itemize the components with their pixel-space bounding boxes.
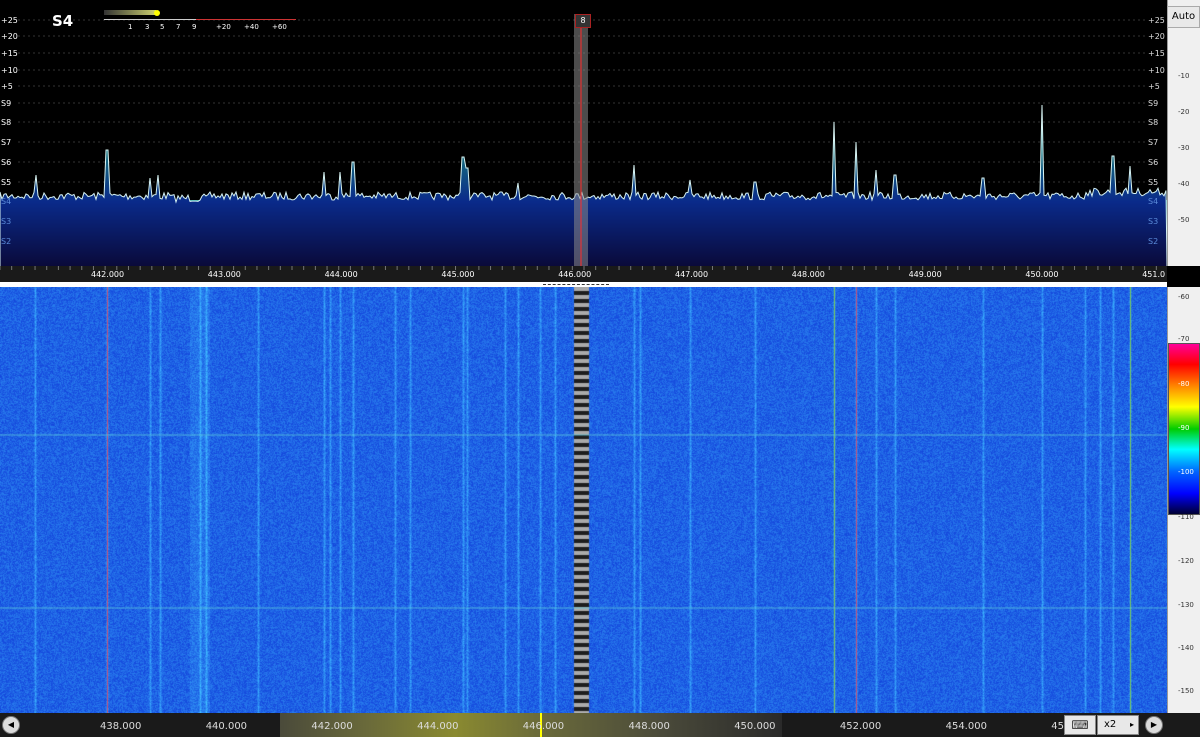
smeter-label-left: S4	[1, 197, 12, 206]
db-scale-label: -10	[1178, 72, 1190, 80]
bottom-freq-label: 444.000	[417, 721, 459, 732]
scroll-right-button[interactable]: ▶	[1145, 716, 1163, 734]
meter-scale-label: 1	[128, 23, 133, 31]
smeter-label-left: S3	[1, 217, 12, 226]
smeter-label-right: S2	[1148, 237, 1159, 246]
smeter-label-right: +20	[1148, 32, 1165, 41]
waterfall-db-label: -150	[1178, 687, 1194, 695]
waterfall-db-label: -140	[1178, 644, 1194, 652]
waterfall-db-label: -80	[1178, 380, 1190, 388]
smeter-label-right: S9	[1148, 99, 1159, 108]
smeter-label-right: S4	[1148, 197, 1159, 206]
zoom-value: x2	[1104, 719, 1117, 730]
spectrum-freq-label: 444.000	[324, 270, 358, 279]
bottom-freq-label: 442.000	[311, 721, 353, 732]
bottom-freq-label: 450.000	[734, 721, 776, 732]
smeter-label-right: S3	[1148, 217, 1159, 226]
s-meter-bar	[104, 10, 156, 15]
smeter-label-right: +10	[1148, 66, 1165, 75]
db-scale-label: -50	[1178, 216, 1190, 224]
spectrum-freq-label: 448.000	[791, 270, 825, 279]
waterfall-canvas[interactable]	[0, 287, 1167, 713]
spectrum-freq-label: 450.000	[1025, 270, 1059, 279]
smeter-label-left: +10	[1, 66, 18, 75]
spectrum-freq-label: 447.000	[675, 270, 709, 279]
keyboard-icon[interactable]: ⌨	[1064, 715, 1096, 735]
meter-scale-label: +20	[216, 23, 231, 31]
waterfall-db-label: -60	[1178, 293, 1190, 301]
db-scale-label: -20	[1178, 108, 1190, 116]
spectrum-freq-label: 449.000	[908, 270, 942, 279]
meter-scale-label: 5	[160, 23, 165, 31]
auto-button[interactable]: Auto	[1167, 6, 1200, 28]
smeter-label-left: +15	[1, 49, 18, 58]
signal-readout: S4	[52, 12, 74, 30]
s-meter-over-line	[196, 19, 296, 20]
meter-scale-label: 9	[192, 23, 197, 31]
meter-scale-label: +60	[272, 23, 287, 31]
db-scale-label: -30	[1178, 144, 1190, 152]
bottom-freq-label: 454.000	[945, 721, 987, 732]
smeter-label-right: S5	[1148, 178, 1159, 187]
waterfall-db-label: -70	[1178, 335, 1190, 343]
smeter-label-left: +5	[1, 82, 13, 91]
smeter-label-left: S9	[1, 99, 12, 108]
bottom-freq-label: 438.000	[100, 721, 142, 732]
zoom-select[interactable]: x2 ▸	[1097, 715, 1139, 735]
smeter-label-right: S6	[1148, 158, 1159, 167]
bottom-freq-label: 448.000	[628, 721, 670, 732]
smeter-label-left: +25	[1, 16, 18, 25]
waterfall-db-label: -120	[1178, 557, 1194, 565]
smeter-label-left: S2	[1, 237, 12, 246]
smeter-label-left: S8	[1, 118, 12, 127]
smeter-label-left: +20	[1, 32, 18, 41]
bottom-frequency-bar[interactable]: 438.000 440.000 442.000 444.000 446.000 448.0…	[0, 713, 1200, 737]
smeter-label-left: S5	[1, 178, 12, 187]
bottom-freq-label: 452.000	[839, 721, 882, 732]
waterfall-db-label: -110	[1178, 513, 1194, 521]
smeter-label-left: S6	[1, 158, 12, 167]
spectrum-freq-label: 443.000	[207, 270, 241, 279]
waterfall-db-label: -90	[1178, 424, 1190, 432]
spectrum-panel[interactable]: S4 1 3 5 7 9 +20 +40 +60 8 442.000 443.000 444.00…	[0, 0, 1200, 284]
smeter-label-left: S7	[1, 138, 12, 147]
waterfall-db-label: -100	[1178, 468, 1194, 476]
smeter-label-right: +5	[1148, 82, 1160, 91]
spectrum-freq-label: 446.000	[558, 270, 592, 279]
db-scale-label: -40	[1178, 180, 1190, 188]
smeter-label-right: S7	[1148, 138, 1159, 147]
meter-scale-label: 7	[176, 23, 181, 31]
spectrum-freq-label: 445.000	[441, 270, 475, 279]
waterfall-display[interactable]	[0, 287, 1167, 713]
smeter-label-right: +25	[1148, 16, 1165, 25]
s-meter-scale-line	[104, 19, 196, 20]
chevron-right-icon: ▸	[1129, 720, 1134, 729]
bottom-freq-label: 446.000	[522, 721, 565, 732]
scroll-left-button[interactable]: ◀	[2, 716, 20, 734]
meter-scale-label: +40	[244, 23, 259, 31]
spectrum-db-scale	[1167, 0, 1200, 266]
smeter-label-right: +15	[1148, 49, 1165, 58]
bottom-freq-label: 440.000	[205, 721, 248, 732]
spectrum-freq-label: 451.0	[1142, 270, 1166, 279]
vfo-marker[interactable]: 8	[575, 14, 591, 28]
meter-scale-label: 3	[145, 23, 150, 31]
spectrum-freq-label: 442.000	[91, 270, 125, 279]
waterfall-db-label: -130	[1178, 601, 1194, 609]
s-meter-peak-icon	[154, 10, 160, 16]
spectrum-plot[interactable]	[0, 0, 1167, 284]
smeter-label-right: S8	[1148, 118, 1159, 127]
